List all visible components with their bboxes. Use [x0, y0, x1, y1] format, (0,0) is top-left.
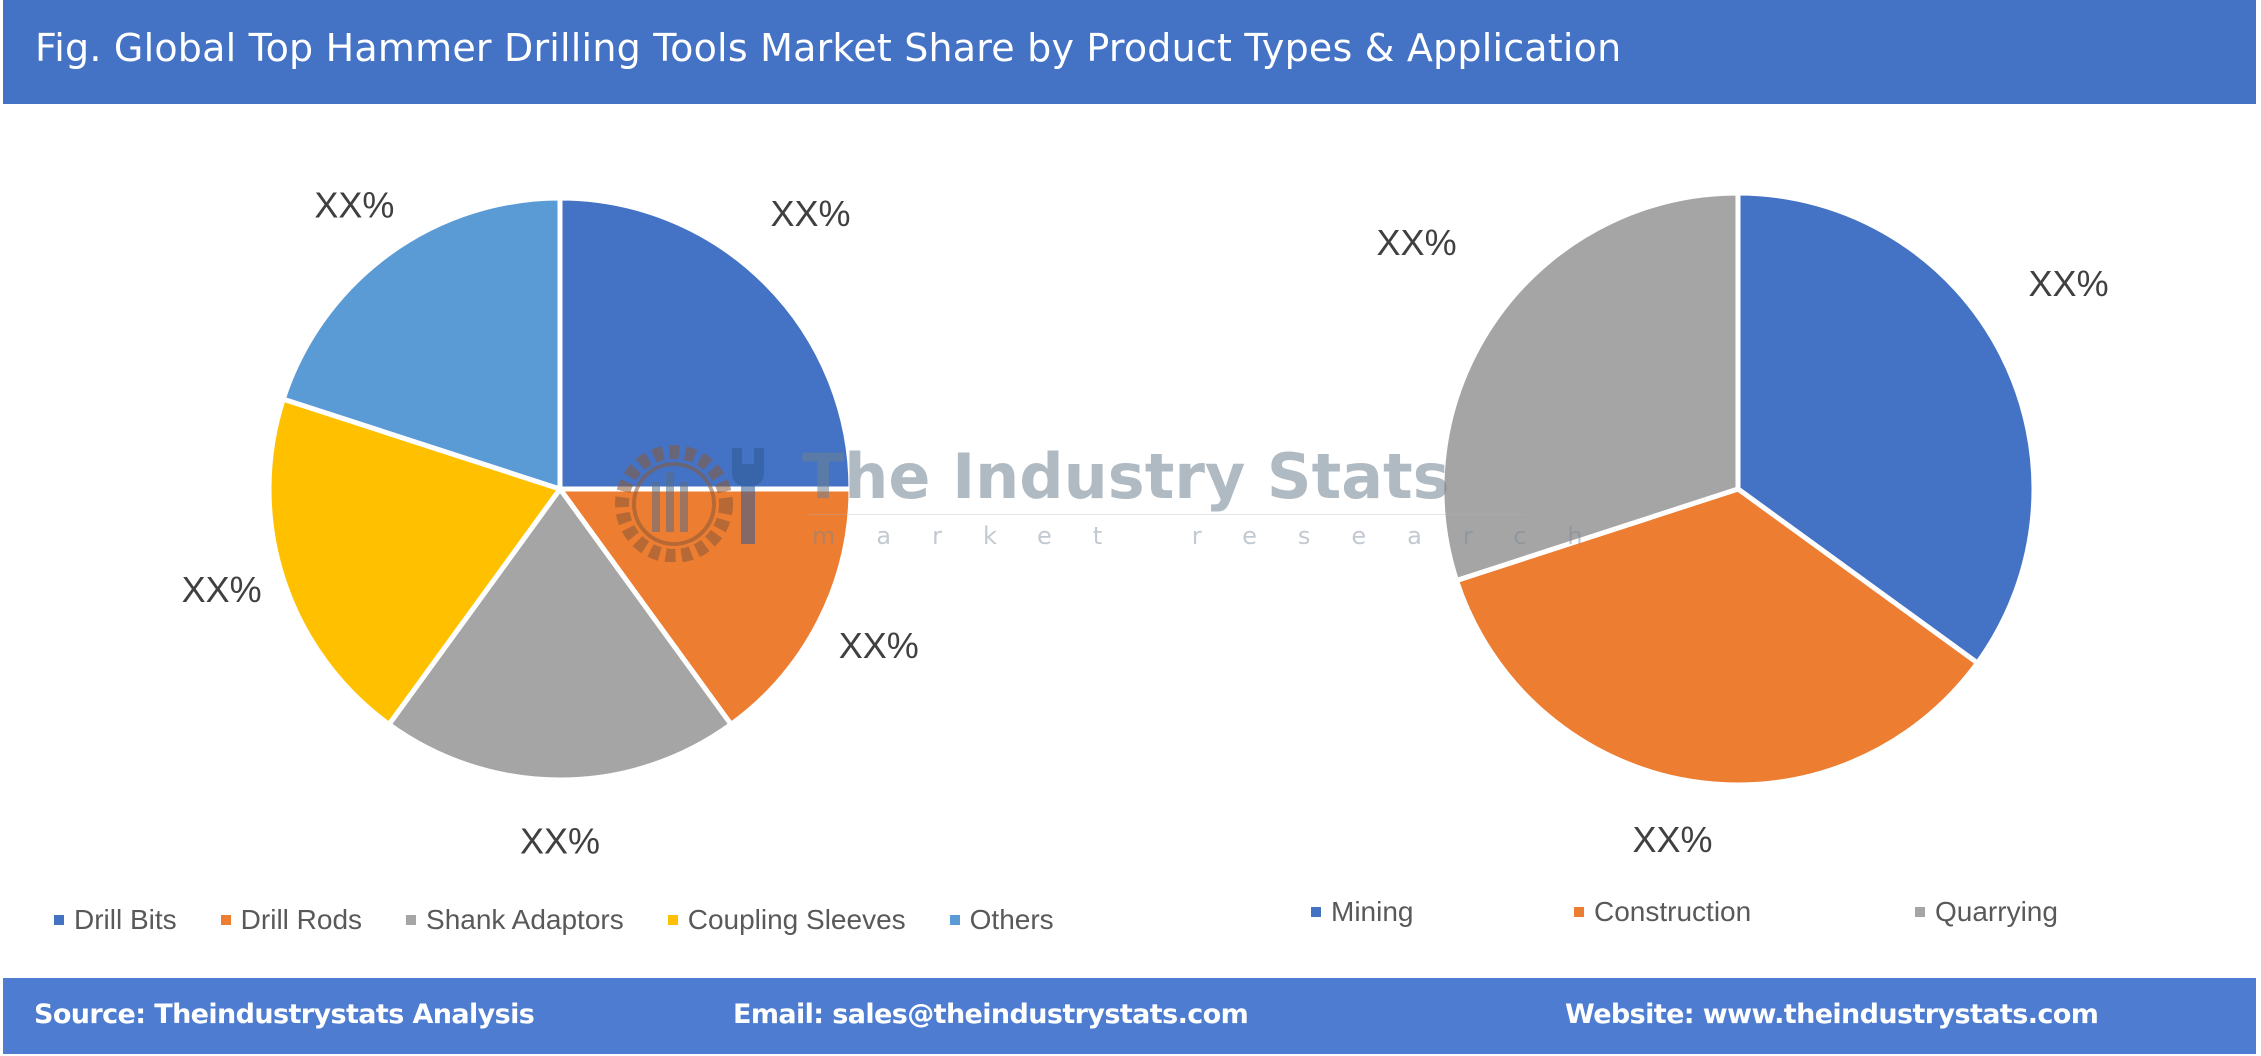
- legend-swatch: [1574, 907, 1584, 917]
- legend-item: Drill Rods: [220, 904, 363, 936]
- legend-swatch: [220, 915, 231, 925]
- pie-chart-product-types: XX% XX% XX% XX% XX%: [182, 184, 919, 861]
- legend-item: Mining: [1311, 896, 1413, 928]
- legend-item: Others: [949, 904, 1054, 936]
- legend-item: Shank Adaptors: [406, 904, 624, 936]
- pie-chart-application: XX% XX% XX%: [1377, 190, 2109, 860]
- legend-swatch: [949, 915, 960, 925]
- footer-source: Source: Theindustrystats Analysis: [34, 999, 535, 1030]
- legend-label: Coupling Sleeves: [687, 904, 906, 935]
- pie-slice-drill-bits: [557, 195, 854, 492]
- data-label-mining: XX%: [2029, 263, 2109, 304]
- data-label-others: XX%: [314, 184, 394, 225]
- legend-label: Construction: [1594, 896, 1752, 927]
- footer-website[interactable]: Website: www.theindustrystats.com: [1565, 999, 2099, 1030]
- legend-swatch: [1915, 907, 1925, 917]
- legend-swatch: [667, 915, 678, 925]
- legend-label: Mining: [1331, 896, 1414, 927]
- legend-product-types: Drill Bits Drill Rods Shank Adaptors Cou…: [54, 904, 1098, 936]
- data-label-drill-rods: XX%: [839, 625, 919, 666]
- legend-swatch: [1311, 907, 1321, 917]
- legend-swatch: [406, 915, 417, 925]
- legend-swatch: [54, 915, 64, 925]
- data-label-coupling-sleeves: XX%: [182, 569, 262, 610]
- data-label-construction: XX%: [1633, 819, 1713, 860]
- data-label-shank-adaptors: XX%: [520, 821, 600, 862]
- legend-item: Coupling Sleeves: [667, 904, 906, 936]
- footer-email[interactable]: Email: sales@theindustrystats.com: [733, 999, 1249, 1030]
- legend-label: Shank Adaptors: [426, 904, 624, 935]
- data-label-quarrying: XX%: [1377, 222, 1457, 263]
- legend-label: Others: [969, 904, 1054, 935]
- legend-item: Quarrying: [1915, 896, 2058, 928]
- data-label-drill-bits: XX%: [771, 193, 851, 234]
- legend-label: Quarrying: [1935, 896, 2058, 927]
- legend-label: Drill Rods: [240, 904, 363, 935]
- footer-bar: Source: Theindustrystats Analysis Email:…: [3, 978, 2256, 1054]
- legend-item: Drill Bits: [54, 904, 177, 936]
- legend-label: Drill Bits: [74, 904, 177, 935]
- legend-item: Construction: [1574, 896, 1751, 928]
